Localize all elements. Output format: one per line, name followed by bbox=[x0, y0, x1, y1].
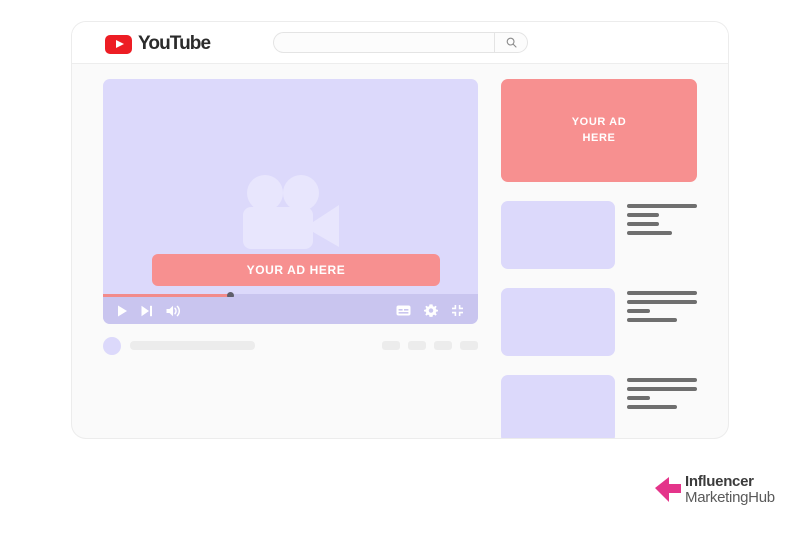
captions-button[interactable] bbox=[396, 305, 411, 316]
suggested-video-text-lines bbox=[627, 288, 697, 356]
logo-line-1: Influencer bbox=[685, 474, 775, 490]
closed-captions-icon bbox=[396, 305, 411, 316]
video-overlay-ad-label: YOUR AD HERE bbox=[247, 263, 346, 277]
sidebar: YOUR AD HERE bbox=[501, 79, 697, 438]
search-button[interactable] bbox=[494, 32, 528, 53]
text-line bbox=[627, 396, 650, 400]
video-action-button[interactable] bbox=[460, 341, 478, 350]
settings-button[interactable] bbox=[424, 304, 438, 318]
youtube-logo[interactable]: YouTube bbox=[105, 33, 210, 55]
text-line bbox=[627, 291, 697, 295]
search-icon bbox=[506, 37, 517, 48]
suggested-video-item[interactable] bbox=[501, 288, 697, 356]
text-line bbox=[627, 387, 697, 391]
collapse-arrows-icon bbox=[451, 304, 464, 317]
search-input[interactable] bbox=[273, 32, 494, 53]
text-line bbox=[627, 378, 697, 382]
video-action-buttons bbox=[382, 341, 478, 350]
video-action-button[interactable] bbox=[434, 341, 452, 350]
text-line bbox=[627, 213, 659, 217]
play-icon bbox=[117, 305, 128, 317]
text-line bbox=[627, 222, 659, 226]
youtube-logo-text: YouTube bbox=[138, 33, 210, 55]
play-button[interactable] bbox=[117, 305, 128, 317]
logo-line-2a: Marketing bbox=[685, 489, 748, 506]
browser-content: YOUR AD HERE bbox=[72, 64, 728, 438]
suggested-video-thumbnail[interactable] bbox=[501, 288, 615, 356]
video-meta-row bbox=[103, 336, 478, 356]
influencer-marketing-hub-wordmark: Influencer MarketingHub bbox=[685, 474, 775, 506]
search-bar[interactable] bbox=[273, 32, 528, 53]
video-action-button[interactable] bbox=[382, 341, 400, 350]
volume-button[interactable] bbox=[166, 305, 180, 317]
video-action-button[interactable] bbox=[408, 341, 426, 350]
suggested-video-item[interactable] bbox=[501, 375, 697, 438]
minimize-button[interactable] bbox=[451, 304, 464, 317]
player-controls bbox=[103, 297, 478, 324]
video-camera-icon bbox=[239, 175, 343, 249]
suggested-video-thumbnail[interactable] bbox=[501, 375, 615, 438]
suggested-video-text-lines bbox=[627, 375, 697, 438]
suggested-video-item[interactable] bbox=[501, 201, 697, 269]
logo-line-2: MarketingHub bbox=[685, 490, 775, 506]
video-title-placeholder bbox=[130, 341, 255, 350]
video-player[interactable]: YOUR AD HERE bbox=[103, 79, 478, 324]
influencer-marketing-hub-arrow-icon bbox=[655, 474, 681, 506]
sidebar-ad-banner[interactable]: YOUR AD HERE bbox=[501, 79, 697, 182]
text-line bbox=[627, 204, 697, 208]
volume-icon bbox=[166, 305, 180, 317]
gear-icon bbox=[424, 304, 438, 318]
sidebar-ad-line1: YOUR AD bbox=[572, 115, 627, 131]
player-controls-right bbox=[396, 304, 464, 318]
suggested-video-thumbnail[interactable] bbox=[501, 201, 615, 269]
next-button[interactable] bbox=[141, 305, 153, 317]
text-line bbox=[627, 231, 672, 235]
logo-line-2b: Hub bbox=[748, 489, 775, 506]
video-overlay-ad[interactable]: YOUR AD HERE bbox=[152, 254, 440, 286]
text-line bbox=[627, 309, 650, 313]
suggested-video-text-lines bbox=[627, 201, 697, 269]
browser-header: YouTube bbox=[72, 22, 728, 64]
influencer-marketing-hub-logo: Influencer MarketingHub bbox=[655, 474, 775, 506]
browser-window: YouTube bbox=[72, 22, 728, 438]
text-line bbox=[627, 300, 697, 304]
text-line bbox=[627, 318, 677, 322]
page-root: YouTube bbox=[0, 0, 800, 537]
sidebar-ad-line2: HERE bbox=[583, 131, 616, 147]
text-line bbox=[627, 405, 677, 409]
skip-next-icon bbox=[141, 305, 153, 317]
channel-avatar[interactable] bbox=[103, 337, 121, 355]
player-controls-left bbox=[117, 305, 180, 317]
youtube-play-icon bbox=[105, 35, 132, 54]
